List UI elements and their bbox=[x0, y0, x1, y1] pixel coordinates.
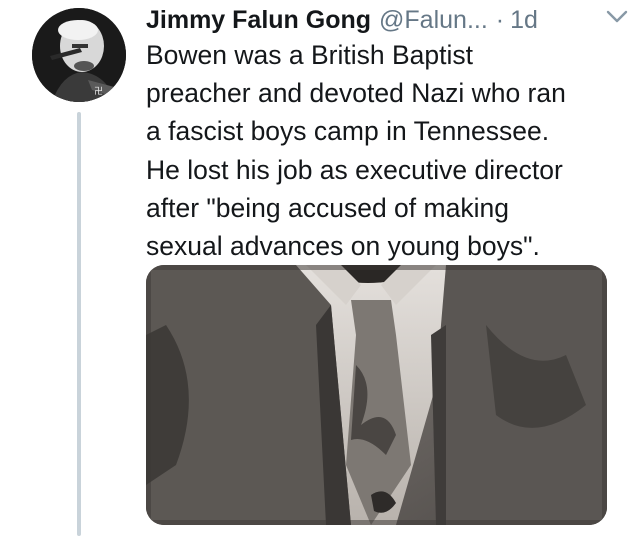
chevron-down-icon[interactable] bbox=[606, 10, 628, 24]
thread-line bbox=[77, 112, 81, 536]
tweet[interactable]: 卍 Jimmy Falun Gong @Falun... · 1d Bowen … bbox=[0, 0, 640, 536]
tweet-photo[interactable] bbox=[146, 265, 607, 525]
tweet-text: Bowen was a British Baptist preacher and… bbox=[146, 40, 566, 262]
timestamp[interactable]: 1d bbox=[510, 6, 538, 35]
profile-photo-icon: 卍 bbox=[32, 8, 126, 102]
photo-icon bbox=[146, 265, 607, 525]
avatar[interactable]: 卍 bbox=[32, 8, 126, 102]
display-name[interactable]: Jimmy Falun Gong bbox=[146, 6, 371, 35]
separator-dot: · bbox=[495, 5, 505, 34]
svg-text:卍: 卍 bbox=[94, 86, 103, 96]
user-handle[interactable]: @Falun... bbox=[379, 6, 488, 35]
tweet-header: Jimmy Falun Gong @Falun... · 1d bbox=[146, 2, 626, 38]
